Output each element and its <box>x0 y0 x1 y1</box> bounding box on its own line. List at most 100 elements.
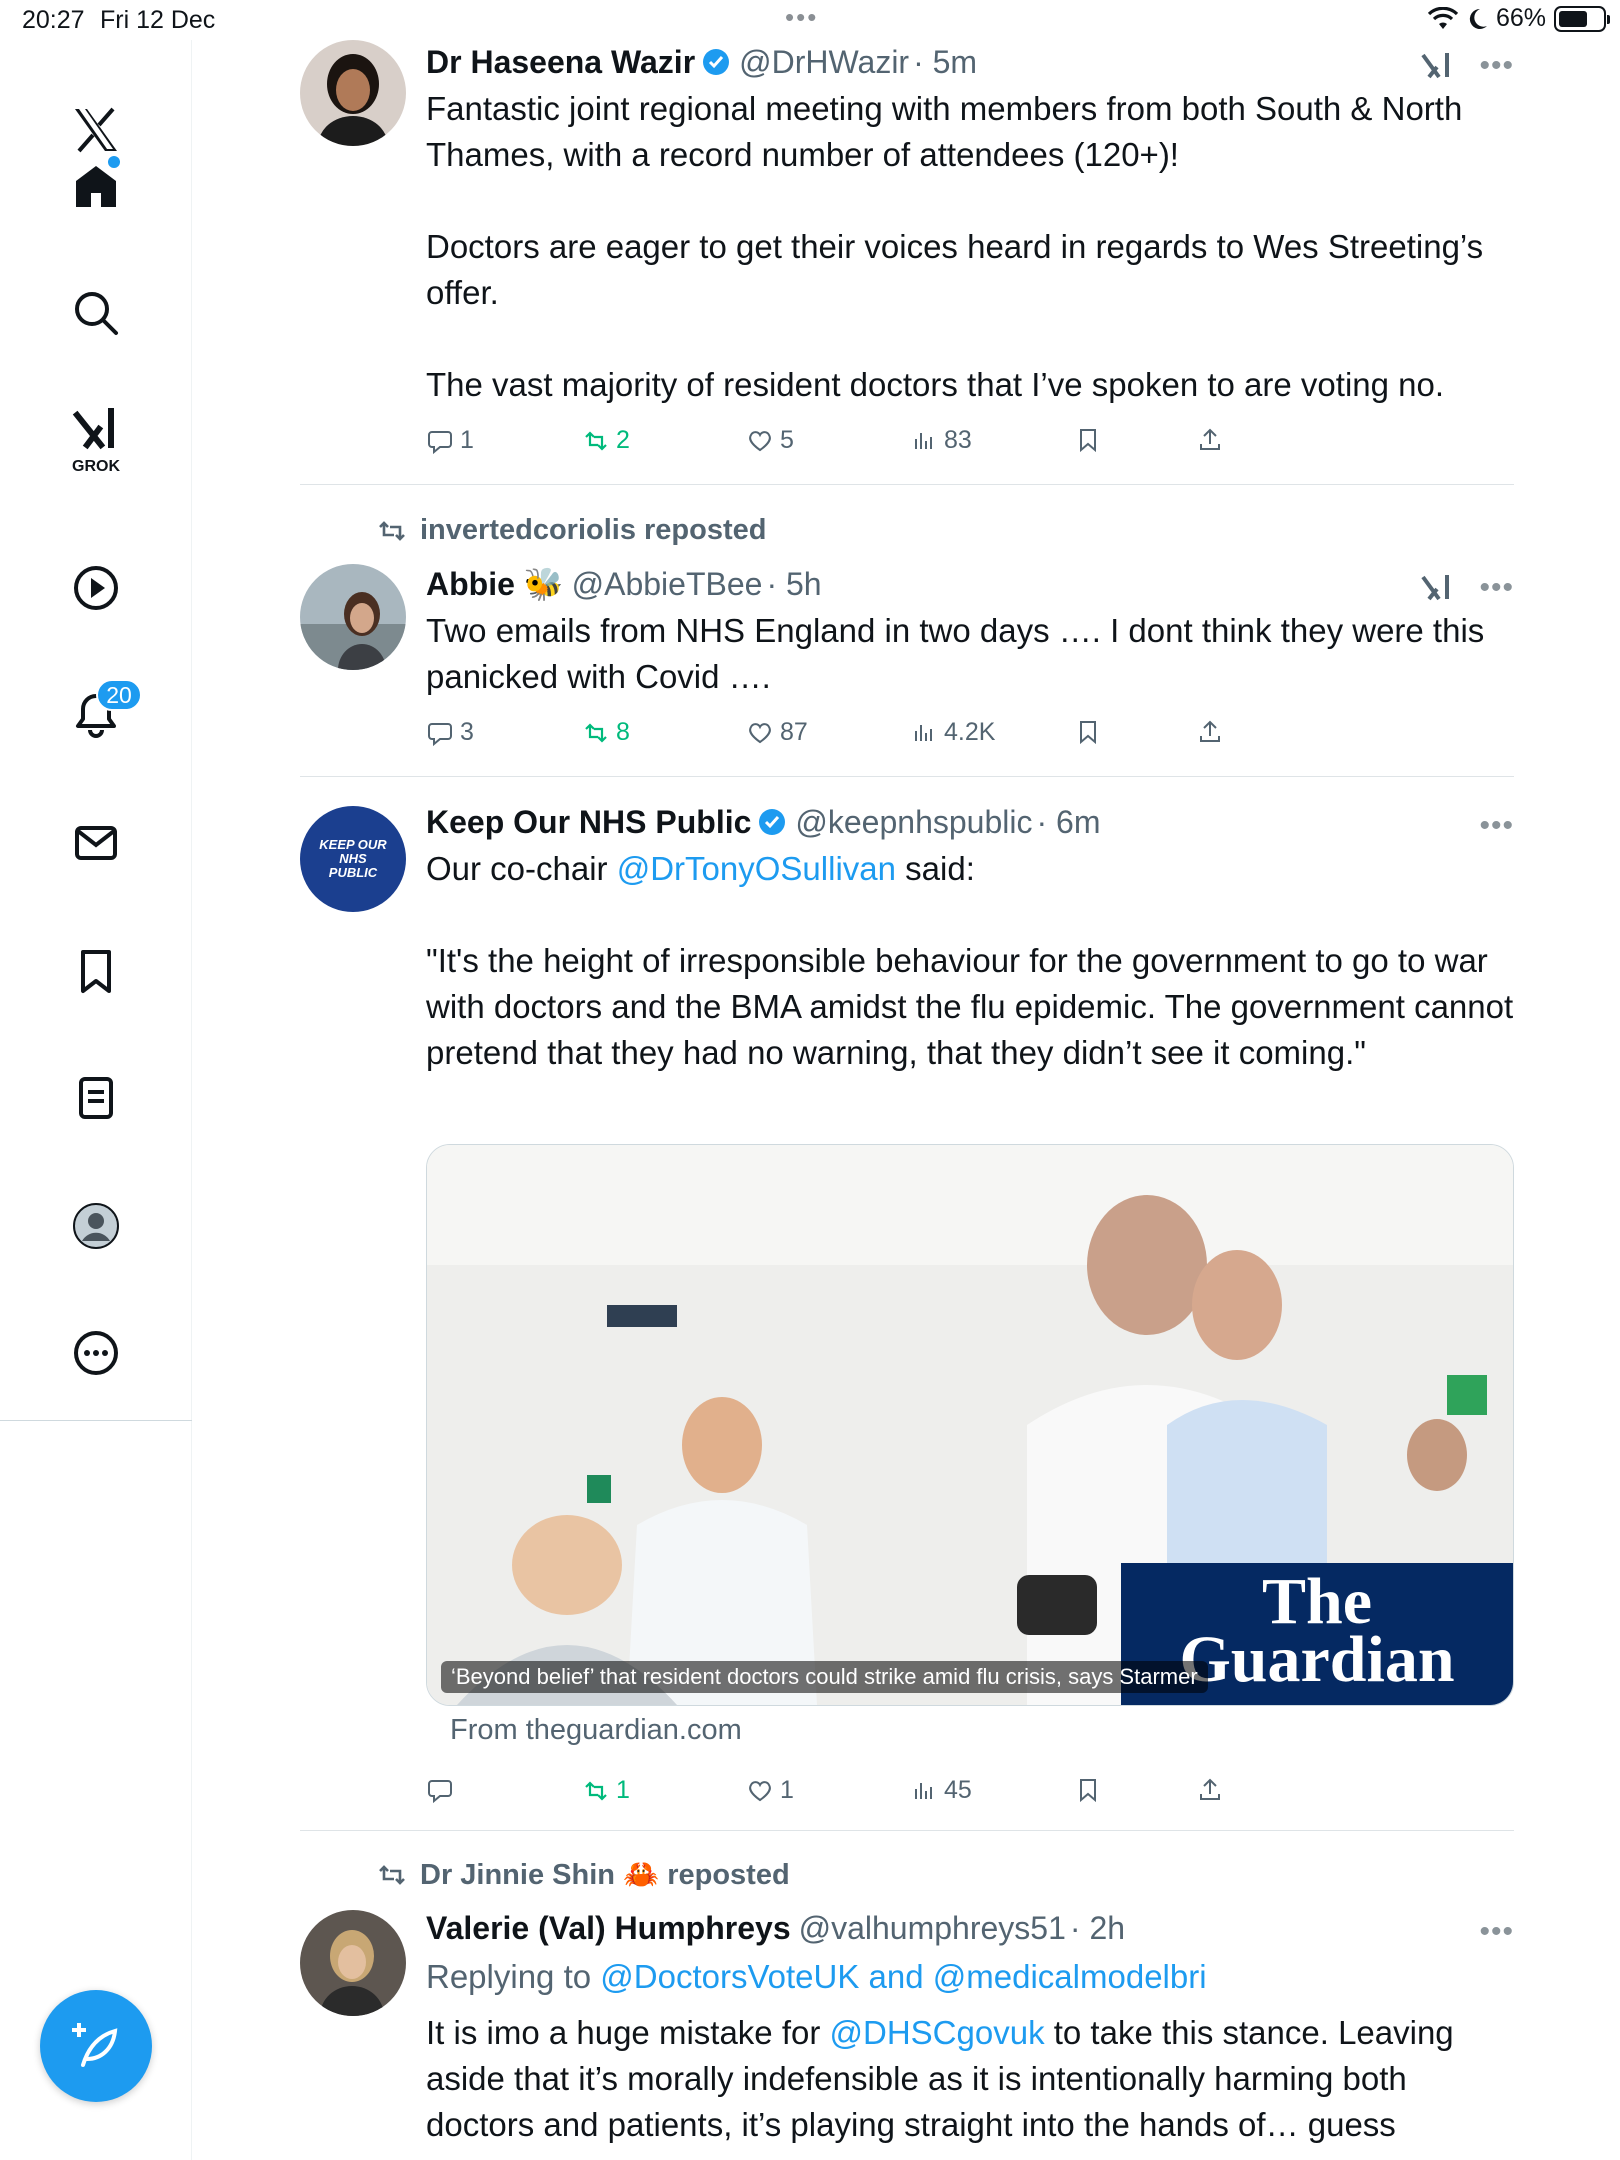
play-icon <box>74 566 118 610</box>
author-name[interactable]: Dr Haseena Wazir <box>426 40 695 84</box>
more-options-icon[interactable]: ••• <box>1479 804 1514 848</box>
reposted-by[interactable]: invertedcoriolis reposted <box>376 514 767 547</box>
reply-icon <box>428 722 452 746</box>
repost-button[interactable]: 2 <box>582 426 630 455</box>
repost-button[interactable]: 8 <box>582 718 630 747</box>
mention-link[interactable]: @DrTonyOSullivan <box>617 850 896 887</box>
sidebar-item-home[interactable] <box>56 146 136 226</box>
more-circle-icon <box>74 1331 118 1375</box>
sidebar-item-video[interactable] <box>56 548 136 628</box>
compose-post-button[interactable] <box>40 1990 152 2102</box>
more-options-icon[interactable]: ••• <box>1479 566 1514 610</box>
repost-icon <box>379 520 405 541</box>
author-name[interactable]: Valerie (Val) Humphreys <box>426 1906 791 1950</box>
views-chart-icon <box>915 1782 932 1799</box>
like-count: 1 <box>780 1776 794 1804</box>
author-name[interactable]: Abbie 🐝 <box>426 562 564 606</box>
sidebar-item-more[interactable] <box>56 1313 136 1393</box>
author-handle[interactable]: @keepnhspublic <box>795 800 1032 844</box>
like-button[interactable]: 1 <box>746 1776 794 1805</box>
status-date: Fri 12 Dec <box>100 6 216 34</box>
card-source[interactable]: From theguardian.com <box>450 1714 742 1747</box>
status-time: 20:27 <box>22 6 85 34</box>
author-name[interactable]: Keep Our NHS Public <box>426 800 751 844</box>
tweet-header: Dr Haseena Wazir @DrHWazir · 5m ••• <box>426 40 1514 84</box>
tweet-time[interactable]: · 5h <box>766 562 821 606</box>
reply-icon <box>428 430 452 454</box>
battery-fill <box>1559 10 1587 27</box>
avatar[interactable] <box>300 564 406 670</box>
reposted-by[interactable]: Dr Jinnie Shin 🦀 reposted <box>376 1858 790 1892</box>
bookmark-icon <box>1080 721 1096 745</box>
repost-button[interactable]: 1 <box>582 1776 630 1805</box>
battery-icon <box>1554 5 1610 32</box>
sidebar-item-messages[interactable] <box>56 803 136 883</box>
tweet-text: Two emails from NHS England in two days … <box>426 612 1494 695</box>
reposted-by-label: Dr Jinnie Shin 🦀 reposted <box>420 1859 790 1891</box>
like-button[interactable]: 5 <box>746 426 794 455</box>
status-bar: 20:27 Fri 12 Dec ••• 66% <box>0 0 1620 40</box>
repost-icon <box>585 722 607 743</box>
sidebar-item-grok[interactable]: GROK <box>56 400 136 480</box>
tweet-header: Abbie 🐝 @AbbieTBee · 5h ••• <box>426 562 1514 606</box>
avatar[interactable] <box>300 1910 406 2016</box>
sidebar-item-lists[interactable] <box>56 1058 136 1138</box>
share-icon <box>1200 428 1220 450</box>
sidebar-item-bookmarks[interactable] <box>56 931 136 1011</box>
grok-explain-icon[interactable] <box>1419 49 1453 83</box>
views-button[interactable]: 45 <box>910 1776 972 1805</box>
share-button[interactable] <box>1196 426 1224 454</box>
sidebar-item-notifications[interactable]: 20 <box>56 675 142 755</box>
tweet-header: Valerie (Val) Humphreys @valhumphreys51 … <box>426 1906 1514 1950</box>
tweet-actions: 3 8 87 4.2K <box>426 718 1514 758</box>
grok-icon <box>72 408 114 450</box>
mail-icon <box>75 826 117 860</box>
mention-link[interactable]: @DHSCgovuk <box>830 2014 1045 2051</box>
more-options-icon[interactable]: ••• <box>1479 1910 1514 1954</box>
home-unread-dot <box>108 156 120 168</box>
card-caption: ‘Beyond belief’ that resident doctors co… <box>441 1661 1208 1693</box>
author-handle[interactable]: @AbbieTBee <box>572 562 763 606</box>
mention-link[interactable]: @medicalmodelbri <box>933 1958 1207 1995</box>
mention-link[interactable]: @DoctorsVoteUK <box>600 1958 859 1995</box>
tweet-text: It is imo a huge mistake for @DHSCgovuk … <box>426 2010 1514 2148</box>
reply-button[interactable] <box>426 1776 460 1804</box>
list-icon <box>79 1077 113 1119</box>
tweet-text: Fantastic joint regional meeting with me… <box>426 90 1484 403</box>
avatar[interactable]: KEEP OUR NHS PUBLIC <box>300 806 406 912</box>
reply-button[interactable]: 1 <box>426 426 474 455</box>
author-handle[interactable]: @valhumphreys51 <box>799 1906 1066 1950</box>
reply-icon <box>428 1780 452 1804</box>
grok-explain-icon[interactable] <box>1419 571 1453 605</box>
sidebar-item-search[interactable] <box>56 273 136 353</box>
sidebar-item-profile[interactable] <box>56 1186 136 1266</box>
replying-to: Replying to @DoctorsVoteUK and @medicalm… <box>426 1954 1514 2000</box>
reposted-by-label: invertedcoriolis reposted <box>420 514 767 546</box>
bookmark-button[interactable] <box>1074 1776 1102 1804</box>
avatar[interactable] <box>300 40 406 146</box>
views-button[interactable]: 4.2K <box>910 718 995 747</box>
sidebar-divider <box>0 1420 192 1421</box>
views-button[interactable]: 83 <box>910 426 972 455</box>
bookmark-button[interactable] <box>1074 718 1102 746</box>
share-button[interactable] <box>1196 718 1224 746</box>
link-card[interactable]: The Guardian ‘Beyond belief’ that reside… <box>426 1144 1514 1706</box>
share-button[interactable] <box>1196 1776 1224 1804</box>
view-count: 45 <box>944 1776 972 1804</box>
reply-button[interactable]: 3 <box>426 718 474 747</box>
author-handle[interactable]: @DrHWazir <box>739 40 909 84</box>
sidebar: GROK 20 <box>0 40 192 2160</box>
share-icon <box>1200 1778 1220 1800</box>
tweet-time[interactable]: · 2h <box>1070 1906 1125 1950</box>
bookmark-button[interactable] <box>1074 426 1102 454</box>
tweet-actions: 1 1 45 <box>426 1776 1514 1816</box>
tweet-time[interactable]: · 5m <box>913 40 977 84</box>
search-icon <box>75 292 118 335</box>
tweet-time[interactable]: · 6m <box>1036 800 1100 844</box>
like-button[interactable]: 87 <box>746 718 808 747</box>
replying-to-label: Replying to <box>426 1958 601 1995</box>
more-options-icon[interactable]: ••• <box>1479 44 1514 88</box>
verified-badge-icon <box>759 809 786 835</box>
multitasking-dots[interactable]: ••• <box>785 2 818 33</box>
repost-count: 1 <box>616 1776 630 1804</box>
